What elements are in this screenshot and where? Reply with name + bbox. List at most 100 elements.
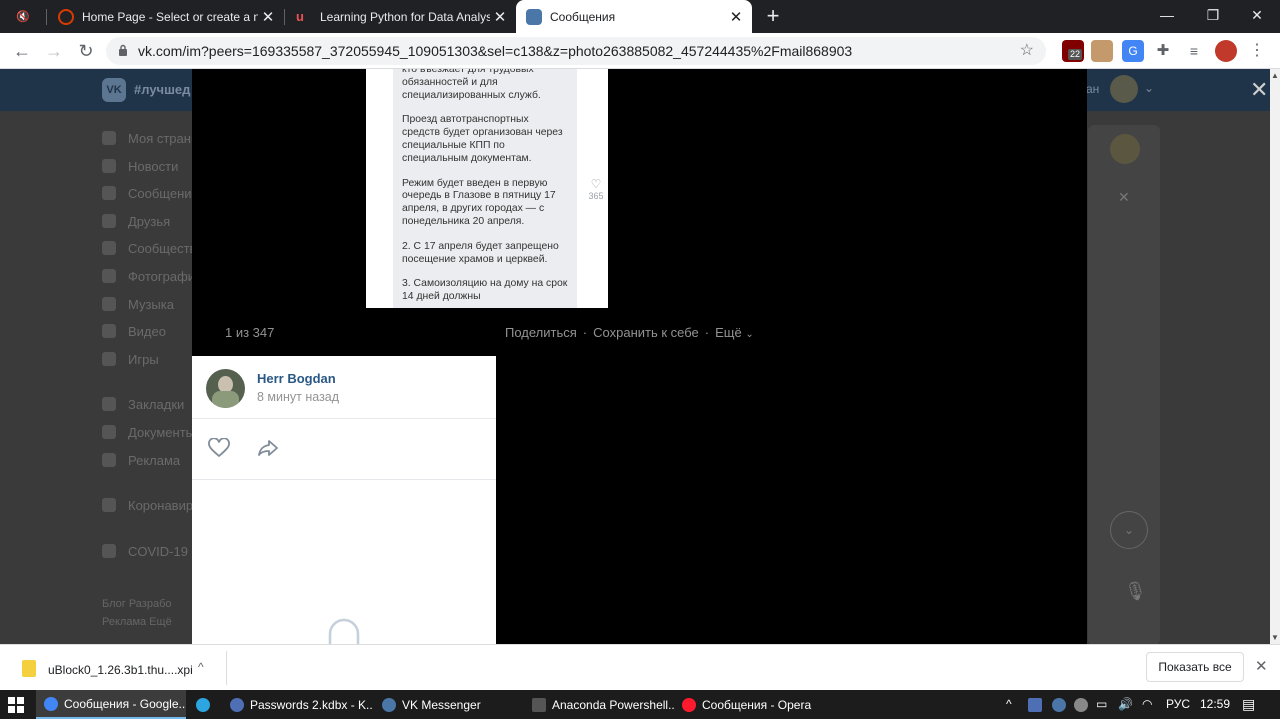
- keepass-icon: [230, 697, 244, 712]
- network-icon[interactable]: ▭: [1096, 690, 1107, 719]
- vk-icon: [382, 697, 396, 712]
- cookie-extension-icon[interactable]: [1091, 40, 1113, 62]
- tab-close-icon[interactable]: ✕: [490, 8, 510, 26]
- nav-item[interactable]: Реклама: [100, 447, 192, 475]
- taskbar-item-keepass[interactable]: Passwords 2.kdbx - K...: [222, 690, 372, 719]
- nav-item[interactable]: Сообщества: [100, 235, 192, 263]
- tab-close-icon[interactable]: ✕: [726, 8, 746, 26]
- page-scrollbar[interactable]: ▲ ▼: [1270, 69, 1280, 644]
- download-item[interactable]: uBlock0_1.26.3b1.thu....xpi ^: [20, 657, 226, 681]
- like-heart-icon[interactable]: [207, 438, 231, 458]
- friends-icon: [102, 213, 116, 228]
- vk-tray-icon[interactable]: [1052, 698, 1066, 712]
- nav-item[interactable]: Новости: [100, 153, 192, 181]
- window-close-button[interactable]: ✕: [1234, 0, 1280, 30]
- nav-item[interactable]: Сообщения: [100, 180, 192, 208]
- photo-counter: 1 из 347: [225, 325, 275, 340]
- nav-item[interactable]: Документы: [100, 419, 192, 447]
- clock[interactable]: 12:59: [1200, 690, 1230, 719]
- chevron-down-icon: ⌄: [745, 329, 754, 340]
- tab-messages[interactable]: Сообщения ✕: [516, 0, 752, 33]
- ads-icon: [102, 452, 116, 467]
- nav-item[interactable]: Фотографи: [100, 263, 192, 291]
- translate-extension-icon[interactable]: G: [1122, 40, 1144, 62]
- onedrive-tray-icon[interactable]: [1074, 698, 1088, 712]
- save-link[interactable]: Сохранить к себе: [593, 325, 699, 340]
- photo-text: кто въезжает для трудовых обязанностей и…: [402, 69, 541, 101]
- telegram-icon: [196, 697, 210, 712]
- taskbar-item-chrome[interactable]: Сообщения - Google...: [36, 690, 186, 719]
- volume-icon[interactable]: 🔊: [1118, 690, 1133, 719]
- nav-item-label: Фотографи: [128, 268, 192, 284]
- windows-start-icon[interactable]: [8, 697, 24, 713]
- back-button[interactable]: ←: [8, 37, 36, 65]
- photo-viewer: кто въезжает для трудовых обязанностей и…: [192, 69, 1087, 644]
- taskbar-item-telegram[interactable]: [188, 690, 222, 719]
- nav-item[interactable]: Друзья: [100, 208, 192, 236]
- viewer-close-icon[interactable]: ✕: [1250, 77, 1268, 103]
- browser-tab-strip: 🔇 Home Page - Select or create a note ✕ …: [0, 0, 1280, 33]
- nav-item[interactable]: Игры: [100, 346, 192, 374]
- tab-close-icon[interactable]: ✕: [258, 8, 278, 26]
- scroll-down-icon[interactable]: ⌄: [1110, 511, 1148, 549]
- author-avatar[interactable]: [206, 369, 245, 408]
- nav-item[interactable]: Моя страни: [100, 125, 192, 153]
- profile-avatar-icon[interactable]: [1215, 40, 1237, 62]
- header-avatar[interactable]: [1110, 75, 1138, 103]
- more-link[interactable]: Ещё: [715, 325, 742, 340]
- forward-button[interactable]: →: [40, 37, 68, 65]
- downloads-close-icon[interactable]: ✕: [1255, 657, 1268, 675]
- ublock-extension-icon[interactable]: 22: [1062, 40, 1084, 62]
- tab-udemy[interactable]: u Learning Python for Data Analysis and …: [286, 0, 516, 33]
- scroll-down-arrow-icon[interactable]: ▼: [1271, 633, 1279, 642]
- photo-info-panel: Herr Bogdan 8 минут назад: [192, 356, 496, 644]
- bookmark-star-icon[interactable]: ☆: [1020, 37, 1034, 65]
- vk-logo-icon[interactable]: VK: [102, 78, 126, 102]
- reload-button[interactable]: ↻: [72, 37, 100, 65]
- show-all-downloads-button[interactable]: Показать все: [1146, 652, 1244, 682]
- restore-button[interactable]: ❐: [1190, 0, 1236, 30]
- author-name[interactable]: Herr Bogdan: [257, 371, 336, 386]
- footer-line[interactable]: Реклама Ещё: [102, 613, 172, 631]
- keepass-tray-icon[interactable]: [1028, 698, 1042, 712]
- tray-expand-icon[interactable]: ^: [1006, 690, 1012, 719]
- scroll-up-arrow-icon[interactable]: ▲: [1271, 71, 1279, 80]
- url-text: vk.com/im?peers=169335587_372055945_1090…: [138, 43, 853, 59]
- taskbar-item-vk[interactable]: VK Messenger: [374, 690, 524, 719]
- taskbar-item-anaconda[interactable]: Anaconda Powershell...: [524, 690, 674, 719]
- nav-item[interactable]: Коронавир: [100, 492, 192, 520]
- chat-avatar[interactable]: [1110, 134, 1140, 164]
- share-link[interactable]: Поделиться: [505, 325, 577, 340]
- microphone-icon[interactable]: 🎙: [1124, 581, 1147, 602]
- footer-links: Блог Разрабо Реклама Ещё: [102, 595, 172, 631]
- music-icon: [102, 296, 116, 311]
- nav-item[interactable]: Видео: [100, 318, 192, 346]
- footer-line[interactable]: Блог Разрабо: [102, 595, 172, 613]
- nav-item[interactable]: COVID-19: [100, 538, 192, 566]
- tab-media-indicator[interactable]: 🔇: [8, 0, 38, 33]
- chevron-down-icon[interactable]: ⌄: [1144, 81, 1154, 95]
- tab-onenote[interactable]: Home Page - Select or create a note ✕: [48, 0, 284, 33]
- taskbar-item-opera[interactable]: Сообщения - Opera: [674, 690, 824, 719]
- nav-item-label: Документы: [128, 424, 192, 440]
- photo-image[interactable]: кто въезжает для трудовых обязанностей и…: [366, 69, 608, 308]
- chevron-up-icon[interactable]: ^: [198, 660, 204, 674]
- nav-item[interactable]: Музыка: [100, 291, 192, 319]
- share-arrow-icon[interactable]: [256, 438, 280, 458]
- minimize-button[interactable]: —: [1144, 0, 1190, 30]
- media-control-icon[interactable]: ≡: [1183, 40, 1205, 62]
- extensions-puzzle-icon[interactable]: ✚: [1152, 40, 1174, 62]
- new-tab-button[interactable]: +: [760, 4, 786, 28]
- photo-text: Проезд автотранспортных средств будет ор…: [402, 114, 563, 164]
- nav-item[interactable]: Закладки: [100, 391, 192, 419]
- chrome-menu-icon[interactable]: ⋮: [1246, 40, 1268, 62]
- close-icon[interactable]: ✕: [1118, 189, 1130, 206]
- nav-item-label: Друзья: [128, 213, 171, 229]
- address-bar[interactable]: vk.com/im?peers=169335587_372055945_1090…: [106, 37, 1046, 65]
- language-indicator[interactable]: РУС: [1166, 690, 1190, 719]
- photo-actions: Поделиться · Сохранить к себе · Ещё ⌄: [505, 325, 754, 340]
- wifi-icon[interactable]: ◠: [1142, 690, 1152, 719]
- notifications-icon[interactable]: ▤: [1242, 690, 1255, 719]
